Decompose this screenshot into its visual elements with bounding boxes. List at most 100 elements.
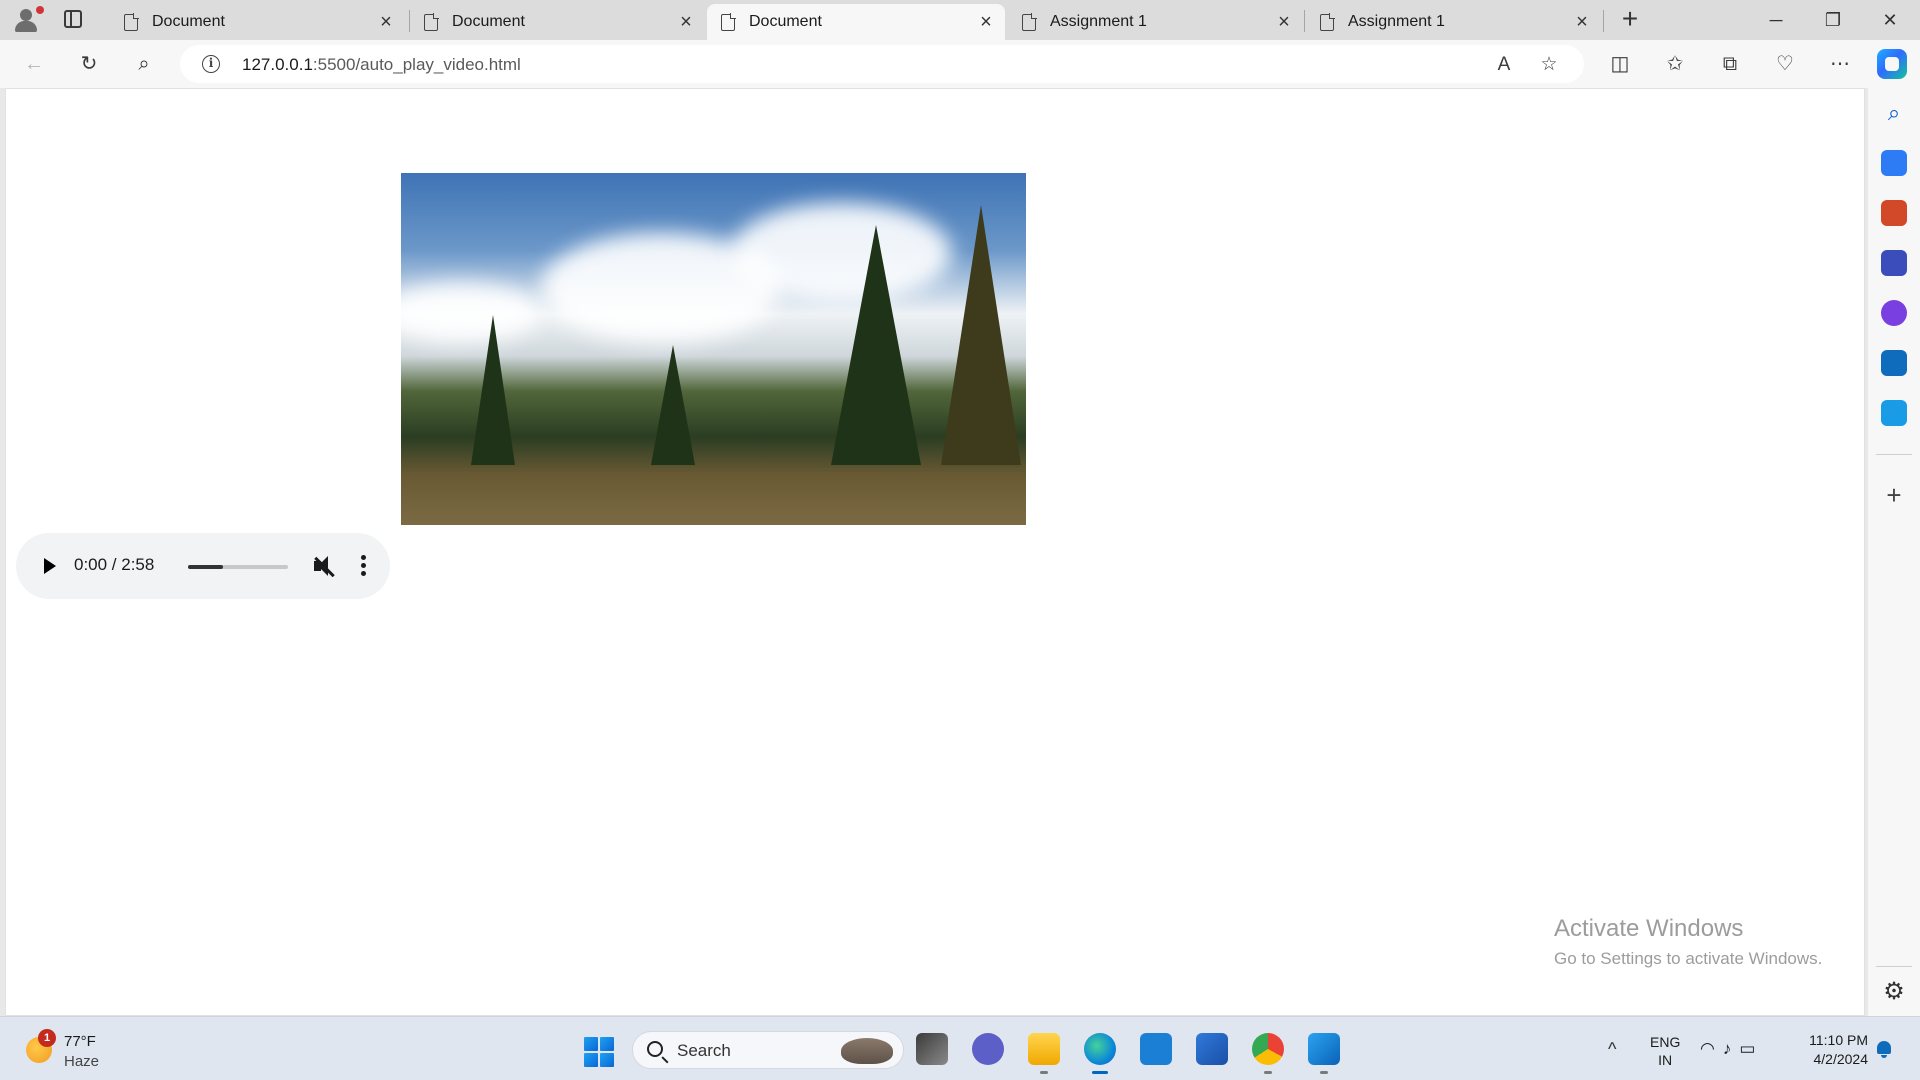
search-label: Search (677, 1041, 731, 1060)
minimize-button[interactable]: ─ (1748, 0, 1804, 40)
tab-strip: Document × Document × Document × Assignm… (0, 0, 1920, 40)
shopping-tag-icon[interactable] (1881, 150, 1907, 176)
new-tab-button[interactable]: + (1616, 5, 1644, 34)
document-icon (721, 12, 736, 31)
tab-title: Document (749, 13, 822, 30)
browser-toolbar: ← ↻ ⌕ i 127.0.0.1:5500/auto_play_video.h… (0, 40, 1920, 88)
send-icon[interactable] (1881, 400, 1907, 426)
weather-widget[interactable]: 1 77°F Haze (22, 1029, 142, 1073)
sidebar-divider (1876, 966, 1912, 967)
document-icon (424, 12, 439, 31)
tab-title: Assignment 1 (1050, 13, 1147, 30)
tools-icon[interactable] (1881, 200, 1907, 226)
task-view-icon[interactable] (916, 1033, 948, 1065)
weather-badge: 1 (38, 1029, 56, 1047)
clock[interactable]: 11:10 PM 4/2/2024 (1790, 1031, 1868, 1069)
vscode-icon[interactable] (1308, 1033, 1340, 1074)
volume-fill (188, 565, 223, 569)
address-bar[interactable]: i 127.0.0.1:5500/auto_play_video.html A … (180, 45, 1584, 83)
language-indicator[interactable]: ENG IN (1650, 1033, 1680, 1069)
file-explorer-icon[interactable] (1028, 1033, 1060, 1074)
muted-speaker-icon[interactable] (312, 553, 338, 579)
tab-title: Document (452, 13, 525, 30)
windows-taskbar: 1 77°F Haze Search ^ ENG IN ◠♪▭ 11:10 PM… (0, 1016, 1920, 1080)
volume-icon[interactable]: ♪ (1723, 1039, 1740, 1058)
outlook-icon[interactable] (1881, 350, 1907, 376)
edge-sidebar: ⌕ + ⚙ (1868, 88, 1920, 1016)
tab-actions-icon[interactable] (64, 10, 82, 28)
start-icon[interactable] (584, 1037, 614, 1067)
video-frame-tree (941, 205, 1021, 465)
copilot-icon[interactable] (1877, 49, 1907, 79)
close-tab-icon[interactable]: × (1573, 12, 1591, 32)
taskbar-search-box[interactable]: Search (632, 1031, 904, 1069)
collections-icon[interactable]: ⧉ (1716, 50, 1744, 78)
search-highlight-image (841, 1038, 893, 1064)
audio-player: 0:00 / 2:58 (16, 533, 390, 599)
tab-separator (1304, 10, 1305, 32)
video-frame-tree (831, 225, 921, 465)
notification-dot (36, 6, 44, 14)
clock-date: 4/2/2024 (1813, 1051, 1869, 1067)
more-options-icon[interactable] (361, 555, 367, 577)
read-aloud-icon[interactable]: A (1492, 53, 1516, 77)
show-hidden-icons-chevron[interactable]: ^ (1608, 1039, 1616, 1060)
split-screen-icon[interactable]: ◫ (1606, 50, 1634, 78)
sidebar-search-icon[interactable]: ⌕ (1881, 100, 1907, 126)
favorites-icon[interactable]: ✩ (1661, 50, 1689, 78)
url-text[interactable]: 127.0.0.1:5500/auto_play_video.html (242, 55, 521, 75)
back-icon[interactable]: ← (20, 50, 48, 78)
more-icon[interactable]: ⋯ (1826, 50, 1854, 78)
sidebar-divider (1876, 454, 1912, 455)
teams-chat-icon[interactable] (972, 1033, 1004, 1065)
region-code: IN (1658, 1052, 1673, 1068)
video-frame-tree (651, 345, 695, 465)
edge-icon[interactable] (1084, 1033, 1116, 1074)
weather-temp: 77°F (64, 1033, 96, 1050)
tab-separator (1603, 10, 1604, 32)
clock-time: 11:10 PM (1809, 1032, 1868, 1048)
audio-time: 0:00 / 2:58 (74, 555, 155, 574)
favorite-star-icon[interactable]: ☆ (1537, 53, 1561, 77)
video-player[interactable] (401, 173, 1026, 525)
close-tab-icon[interactable]: × (1275, 12, 1293, 32)
activate-windows-watermark: Activate Windows Go to Settings to activ… (1554, 915, 1822, 969)
notification-bell-icon[interactable] (1876, 1041, 1892, 1059)
settings-icon[interactable]: ⚙ (1880, 978, 1908, 1006)
tab-document-active[interactable]: Document × (707, 4, 1005, 40)
chrome-icon[interactable] (1252, 1033, 1284, 1074)
site-info-icon[interactable]: i (202, 55, 220, 73)
tab-document-1[interactable]: Document × (110, 4, 405, 40)
add-icon[interactable]: + (1880, 482, 1908, 510)
system-tray-icons[interactable]: ◠♪▭ (1700, 1039, 1763, 1059)
tab-title: Assignment 1 (1348, 13, 1445, 30)
page-viewport: 0:00 / 2:58 Activate Windows Go to Setti… (5, 88, 1865, 1016)
search-icon[interactable]: ⌕ (130, 50, 158, 78)
browser-essentials-icon[interactable]: ♡ (1771, 50, 1799, 78)
wifi-icon[interactable]: ◠ (1700, 1039, 1723, 1058)
battery-icon[interactable]: ▭ (1739, 1039, 1763, 1058)
tab-document-2[interactable]: Document × (410, 4, 705, 40)
microsoft-store-icon[interactable] (1196, 1033, 1228, 1065)
language-code: ENG (1650, 1034, 1681, 1050)
document-icon (124, 12, 139, 31)
close-window-button[interactable]: ✕ (1862, 0, 1918, 40)
refresh-icon[interactable]: ↻ (75, 50, 103, 78)
document-icon (1022, 12, 1037, 31)
close-tab-icon[interactable]: × (677, 12, 695, 32)
profile-avatar-icon[interactable] (12, 6, 44, 34)
search-icon (647, 1041, 663, 1057)
mail-icon[interactable] (1140, 1033, 1172, 1065)
restore-button[interactable]: ❐ (1805, 0, 1861, 40)
microsoft-365-icon[interactable] (1881, 300, 1907, 326)
watermark-subtitle: Go to Settings to activate Windows. (1554, 949, 1823, 968)
close-tab-icon[interactable]: × (377, 12, 395, 32)
tab-assignment-1[interactable]: Assignment 1 × (1008, 4, 1303, 40)
tab-assignment-2[interactable]: Assignment 1 × (1306, 4, 1601, 40)
volume-slider[interactable] (188, 565, 288, 569)
games-icon[interactable] (1881, 250, 1907, 276)
close-tab-icon[interactable]: × (977, 12, 995, 32)
video-frame-tree (471, 315, 515, 465)
play-icon[interactable] (44, 558, 56, 574)
tab-title: Document (152, 13, 225, 30)
